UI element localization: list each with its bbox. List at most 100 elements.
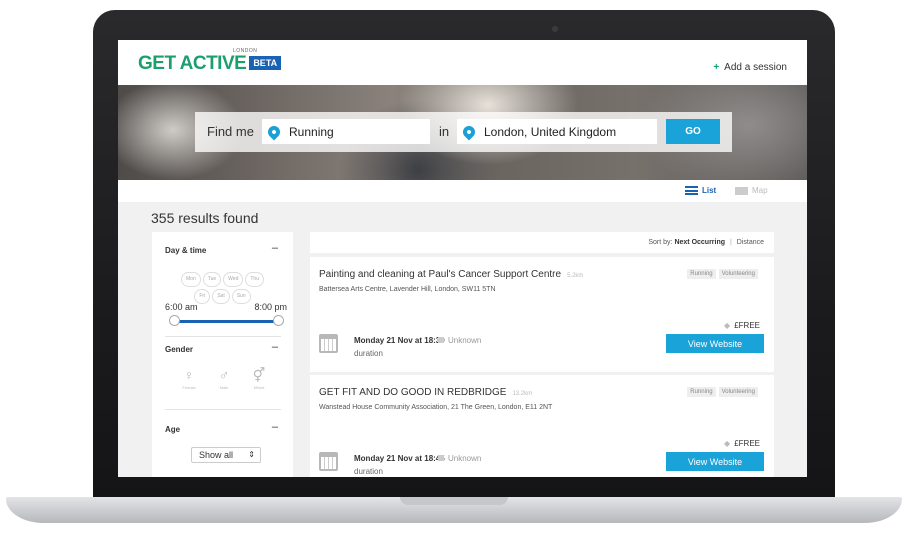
card-price-value: £FREE — [734, 321, 760, 330]
search-panel: Find me Running in London, United Kingdo… — [195, 112, 732, 152]
card-price: ◆ £FREE — [724, 439, 760, 448]
select-arrows-icon: ⇕ — [248, 450, 255, 459]
clock-icon — [438, 337, 444, 343]
tag-volunteering: Volunteering — [718, 269, 758, 279]
gender-female-label: Female — [182, 385, 196, 390]
card-unknown-value: Unknown — [448, 336, 482, 345]
list-icon — [685, 186, 698, 195]
filters-panel: Day & time – Mon Tue Wed Thu Fri Sat Sun 6:00… — [152, 232, 293, 477]
sort-next-occurring[interactable]: Next Occurring — [674, 239, 725, 246]
time-to: 8:00 pm — [254, 302, 287, 312]
get-active-logo[interactable]: LONDON GET ACTIVE BETA — [138, 48, 282, 75]
beta-badge: BETA — [249, 56, 282, 70]
card-unknown: Unknown — [438, 454, 481, 463]
card-date: Monday 21 Nov at 18:30 — [354, 336, 445, 345]
results-list: Sort by: Next Occurring | Distance Paint… — [310, 232, 774, 477]
day-pill-mon[interactable]: Mon — [181, 272, 201, 287]
collapse-age-icon[interactable]: – — [272, 421, 278, 433]
gender-male-label: Male — [219, 385, 229, 390]
card-date-value: Monday 21 Nov at 18:45 — [354, 454, 445, 463]
location-input[interactable]: London, United Kingdom — [457, 119, 657, 144]
tag-running: Running — [687, 269, 716, 279]
find-me-label: Find me — [207, 124, 254, 139]
tag-volunteering: Volunteering — [718, 387, 758, 397]
card-date-value: Monday 21 Nov at 18:30 — [354, 336, 445, 345]
gender-mixed-label: Mixed — [253, 385, 265, 390]
slider-handle-start[interactable] — [169, 315, 180, 326]
card-tags: Running Volunteering — [684, 269, 758, 279]
location-pin-icon — [460, 123, 478, 140]
laptop-notch — [400, 497, 508, 505]
collapse-day-time-icon[interactable]: – — [272, 242, 278, 254]
gender-options: ♀ Female ♂ Male ⚥ Mixed — [174, 368, 274, 390]
search-icon — [265, 123, 283, 140]
collapse-gender-icon[interactable]: – — [272, 341, 278, 353]
age-select[interactable]: Show all ⇕ — [191, 447, 261, 463]
price-tag-icon: ◆ — [724, 321, 731, 330]
day-pill-tue[interactable]: Tue — [202, 272, 222, 287]
main-content: 355 results found Day & time – Mon Tue Wed… — [118, 202, 807, 477]
divider — [165, 336, 281, 337]
add-session-link[interactable]: + Add a session — [713, 62, 787, 73]
time-range-slider[interactable] — [174, 320, 278, 323]
card-duration: duration — [354, 349, 383, 358]
card-distance: 5.2km — [567, 273, 584, 279]
in-label: in — [439, 124, 450, 139]
activity-input[interactable]: Running — [262, 119, 430, 144]
card-address: Wanstead House Community Association, 21… — [319, 404, 553, 411]
plus-icon: + — [713, 62, 720, 73]
clock-icon — [438, 455, 444, 461]
day-pill-sun[interactable]: Sun — [231, 289, 251, 304]
card-title-row: Painting and cleaning at Paul's Cancer S… — [319, 269, 583, 280]
card-tags: Running Volunteering — [684, 387, 758, 397]
female-icon: ♀ — [183, 367, 195, 383]
card-title-row: GET FIT AND DO GOOD IN REDBRIDGE 13.2km — [319, 387, 532, 398]
card-title[interactable]: Painting and cleaning at Paul's Cancer S… — [319, 269, 561, 280]
divider — [165, 409, 281, 410]
day-pill-wed[interactable]: Wed — [223, 272, 244, 287]
day-time-heading: Day & time — [165, 246, 207, 255]
sort-label: Sort by: — [648, 239, 673, 246]
male-icon: ♂ — [218, 367, 230, 383]
sort-distance[interactable]: Distance — [737, 239, 764, 246]
gender-male[interactable]: ♂ Male — [209, 368, 239, 390]
hero-banner: Find me Running in London, United Kingdo… — [118, 85, 807, 180]
day-pill-sat[interactable]: Sat — [212, 289, 230, 304]
price-tag-icon: ◆ — [724, 439, 731, 448]
result-card: Painting and cleaning at Paul's Cancer S… — [310, 257, 774, 372]
time-from: 6:00 am — [165, 302, 198, 312]
logo-text: GET ACTIVE — [138, 53, 247, 74]
map-view-toggle[interactable]: Map — [735, 186, 768, 195]
results-count: 355 results found — [151, 210, 259, 226]
card-price: ◆ £FREE — [724, 321, 760, 330]
calendar-icon — [319, 334, 338, 353]
go-button[interactable]: GO — [666, 119, 720, 144]
result-card: GET FIT AND DO GOOD IN REDBRIDGE 13.2km R… — [310, 375, 774, 477]
sort-bar: Sort by: Next Occurring | Distance — [310, 232, 774, 253]
view-website-button[interactable]: View Website — [666, 334, 764, 353]
card-date: Monday 21 Nov at 18:45 — [354, 454, 445, 463]
card-unknown: Unknown — [438, 336, 481, 345]
card-price-value: £FREE — [734, 439, 760, 448]
camera-dot — [552, 26, 558, 32]
card-duration: duration — [354, 467, 383, 476]
card-address: Battersea Arts Centre, Lavender Hill, Lo… — [319, 286, 496, 293]
age-heading: Age — [165, 425, 181, 434]
top-bar: LONDON GET ACTIVE BETA + Add a session — [118, 40, 807, 85]
card-unknown-value: Unknown — [448, 454, 482, 463]
mixed-icon: ⚥ — [252, 367, 266, 383]
day-pill-thu[interactable]: Thu — [245, 272, 264, 287]
gender-female[interactable]: ♀ Female — [174, 368, 204, 390]
list-view-toggle[interactable]: List — [685, 186, 716, 195]
age-select-value: Show all — [199, 450, 234, 460]
activity-value: Running — [289, 124, 334, 139]
view-website-button[interactable]: View Website — [666, 452, 764, 471]
map-icon — [735, 186, 748, 195]
gender-heading: Gender — [165, 345, 194, 354]
add-session-label: Add a session — [724, 62, 787, 73]
calendar-icon — [319, 452, 338, 471]
gender-mixed[interactable]: ⚥ Mixed — [244, 368, 274, 390]
view-toggle-bar: List Map — [118, 180, 807, 202]
slider-handle-end[interactable] — [273, 315, 284, 326]
card-title[interactable]: GET FIT AND DO GOOD IN REDBRIDGE — [319, 387, 506, 398]
